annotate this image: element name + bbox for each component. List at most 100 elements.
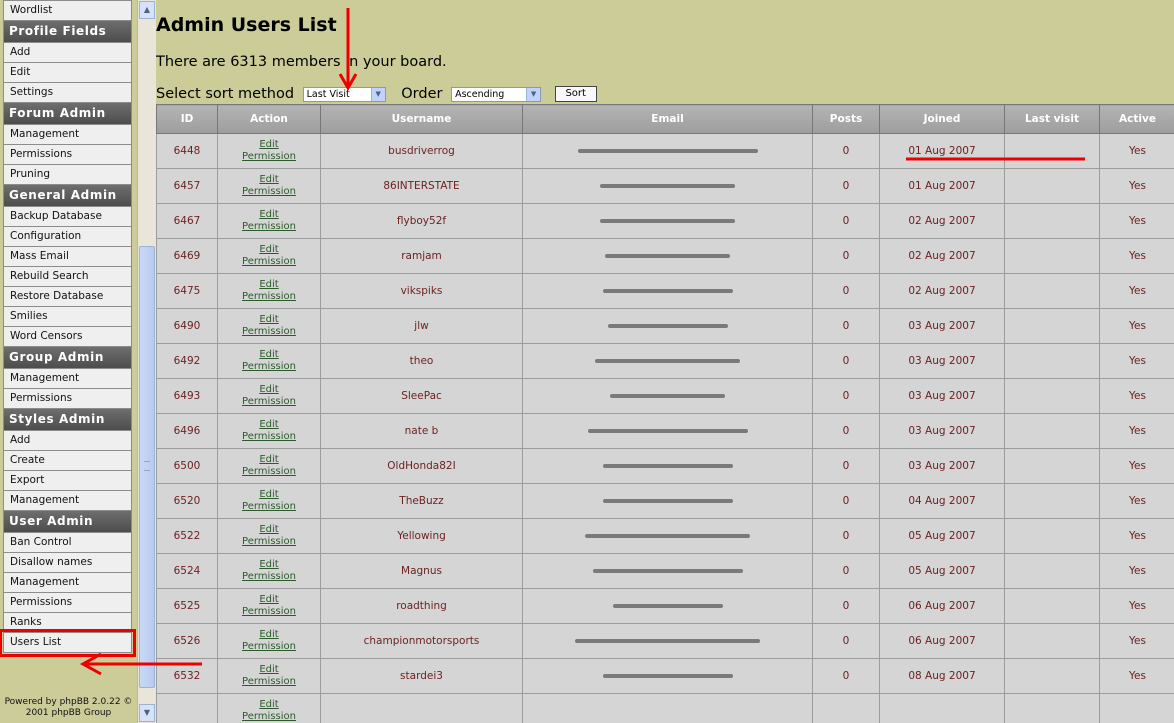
permission-link[interactable]: Permission <box>218 606 320 618</box>
scroll-down-icon[interactable]: ▼ <box>139 704 155 722</box>
sidebar-item-disallow-names[interactable]: Disallow names <box>3 553 132 573</box>
joined-cell: 08 Aug 2007 <box>879 658 1005 694</box>
column-header-id[interactable]: ID <box>156 104 218 134</box>
sidebar-item-create[interactable]: Create <box>3 451 132 471</box>
order-select[interactable]: Ascending ▼ <box>451 86 542 102</box>
permission-link[interactable]: Permission <box>218 711 320 723</box>
scroll-thumb[interactable] <box>139 246 155 688</box>
action-cell: Edit Permission <box>217 448 321 484</box>
permission-link[interactable]: Permission <box>218 291 320 303</box>
edit-link[interactable]: Edit <box>218 629 320 641</box>
permission-link[interactable]: Permission <box>218 641 320 653</box>
column-header-joined[interactable]: Joined <box>879 104 1005 134</box>
sidebar-item-ban-control[interactable]: Ban Control <box>3 533 132 553</box>
table-row: 6525 Edit Permission roadthing 0 06 Aug 2007 Y… <box>156 588 1174 624</box>
sidebar-item-restore-database[interactable]: Restore Database <box>3 287 132 307</box>
column-header-username[interactable]: Username <box>320 104 523 134</box>
user-id-cell: 6520 <box>156 483 218 519</box>
sidebar-item-management[interactable]: Management <box>3 125 132 145</box>
edit-link[interactable]: Edit <box>218 174 320 186</box>
sort-method-select[interactable]: Last Visit ▼ <box>302 86 386 102</box>
permission-link[interactable]: Permission <box>218 396 320 408</box>
posts-cell: 0 <box>812 448 880 484</box>
permission-link[interactable]: Permission <box>218 676 320 688</box>
permission-link[interactable]: Permission <box>218 186 320 198</box>
active-cell: Yes <box>1099 273 1174 309</box>
chevron-down-icon[interactable]: ▼ <box>526 87 541 101</box>
email-cell <box>522 623 813 659</box>
username-cell: Yellowing <box>320 518 523 554</box>
column-header-last-visit[interactable]: Last visit <box>1004 104 1100 134</box>
permission-link[interactable]: Permission <box>218 431 320 443</box>
page-title: Admin Users List <box>156 14 337 36</box>
nav-scrollbar[interactable]: ▲ ▼ <box>137 0 156 723</box>
edit-link[interactable]: Edit <box>218 664 320 676</box>
sidebar-item-edit[interactable]: Edit <box>3 63 132 83</box>
joined-cell: 03 Aug 2007 <box>879 308 1005 344</box>
column-header-posts[interactable]: Posts <box>812 104 880 134</box>
action-cell: Edit Permission <box>217 238 321 274</box>
active-cell: Yes <box>1099 343 1174 379</box>
joined-cell: 06 Aug 2007 <box>879 623 1005 659</box>
sidebar-item-management[interactable]: Management <box>3 369 132 389</box>
permission-link[interactable]: Permission <box>218 571 320 583</box>
table-row: 6524 Edit Permission Magnus 0 05 Aug 2007 Yes <box>156 553 1174 589</box>
column-header-action[interactable]: Action <box>217 104 321 134</box>
edit-link[interactable]: Edit <box>218 419 320 431</box>
sidebar-item-rebuild-search[interactable]: Rebuild Search <box>3 267 132 287</box>
sidebar-item-management[interactable]: Management <box>3 491 132 511</box>
sidebar-item-ranks[interactable]: Ranks <box>3 613 132 633</box>
last-visit-cell <box>1004 448 1100 484</box>
sidebar-item-word-censors[interactable]: Word Censors <box>3 327 132 347</box>
username-cell: flyboy52f <box>320 203 523 239</box>
edit-link[interactable]: Edit <box>218 594 320 606</box>
permission-link[interactable]: Permission <box>218 256 320 268</box>
edit-link[interactable]: Edit <box>218 489 320 501</box>
permission-link[interactable]: Permission <box>218 221 320 233</box>
sidebar-item-smilies[interactable]: Smilies <box>3 307 132 327</box>
edit-link[interactable]: Edit <box>218 384 320 396</box>
edit-link[interactable]: Edit <box>218 559 320 571</box>
permission-link[interactable]: Permission <box>218 151 320 163</box>
edit-link[interactable]: Edit <box>218 524 320 536</box>
sidebar-item-permissions[interactable]: Permissions <box>3 593 132 613</box>
edit-link[interactable]: Edit <box>218 314 320 326</box>
permission-link[interactable]: Permission <box>218 466 320 478</box>
edit-link[interactable]: Edit <box>218 209 320 221</box>
sidebar-item-management[interactable]: Management <box>3 573 132 593</box>
email-cell <box>522 133 813 169</box>
sidebar-item-backup-database[interactable]: Backup Database <box>3 207 132 227</box>
username-cell: 86INTERSTATE <box>320 168 523 204</box>
sidebar-item-settings[interactable]: Settings <box>3 83 132 103</box>
table-header-row: ID Action Username Email Posts Joined La… <box>156 104 1174 134</box>
sidebar-item-add[interactable]: Add <box>3 431 132 451</box>
sidebar-item-add[interactable]: Add <box>3 43 132 63</box>
permission-link[interactable]: Permission <box>218 326 320 338</box>
sidebar-item-permissions[interactable]: Permissions <box>3 389 132 409</box>
sidebar-item-users-list[interactable]: Users List <box>0 629 136 657</box>
permission-link[interactable]: Permission <box>218 501 320 513</box>
sidebar-item-permissions[interactable]: Permissions <box>3 145 132 165</box>
edit-link[interactable]: Edit <box>218 454 320 466</box>
edit-link[interactable]: Edit <box>218 699 320 711</box>
sidebar-item-wordlist[interactable]: Wordlist <box>3 0 132 21</box>
edit-link[interactable]: Edit <box>218 279 320 291</box>
edit-link[interactable]: Edit <box>218 244 320 256</box>
active-cell: Yes <box>1099 518 1174 554</box>
sidebar-item-mass-email[interactable]: Mass Email <box>3 247 132 267</box>
action-cell: Edit Permission <box>217 518 321 554</box>
member-count-text: There are 6313 members in your board. <box>156 54 447 70</box>
sidebar-item-pruning[interactable]: Pruning <box>3 165 132 185</box>
permission-link[interactable]: Permission <box>218 536 320 548</box>
edit-link[interactable]: Edit <box>218 349 320 361</box>
chevron-down-icon[interactable]: ▼ <box>370 87 385 101</box>
column-header-email[interactable]: Email <box>522 104 813 134</box>
scroll-up-icon[interactable]: ▲ <box>139 1 155 19</box>
edit-link[interactable]: Edit <box>218 139 320 151</box>
sidebar-item-export[interactable]: Export <box>3 471 132 491</box>
permission-link[interactable]: Permission <box>218 361 320 373</box>
active-cell: Yes <box>1099 553 1174 589</box>
sidebar-item-configuration[interactable]: Configuration <box>3 227 132 247</box>
column-header-active[interactable]: Active <box>1099 104 1174 134</box>
sort-button[interactable]: Sort <box>554 86 597 102</box>
